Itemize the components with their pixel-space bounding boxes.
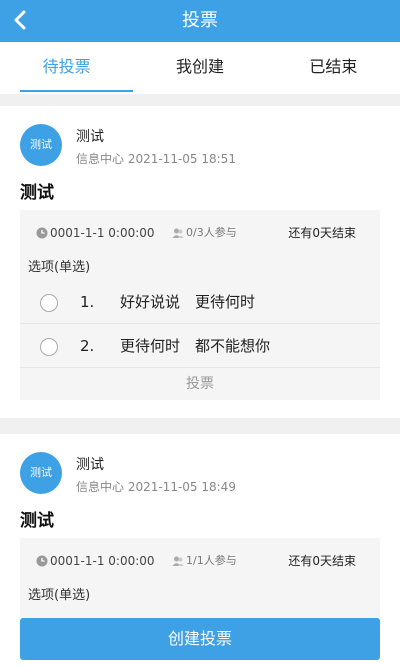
poll-author: 测试 — [76, 457, 104, 473]
poll-meta: 信息中心 2021-11-05 18:51 — [76, 152, 236, 166]
page-title: 投票 — [182, 10, 218, 31]
vote-button[interactable]: 投票 — [20, 368, 380, 400]
poll-option[interactable]: 2. 更待何时 都不能想你 — [20, 324, 380, 368]
poll-card: 测试 测试 信息中心 2021-11-05 18:51 测试 0001-1-1 … — [0, 106, 400, 418]
option-type-label: 选项(单选) — [28, 260, 91, 275]
avatar: 测试 — [20, 452, 62, 494]
poll-author: 测试 — [76, 129, 104, 145]
poll-time: 0001-1-1 0:00:00 — [50, 554, 155, 568]
poll-option[interactable]: 1. 好好说说 更待何时 — [20, 280, 380, 324]
create-poll-button[interactable]: 创建投票 — [20, 618, 380, 660]
poll-meta: 信息中心 2021-11-05 18:49 — [76, 480, 236, 494]
poll-info-row: 0001-1-1 0:00:00 0/3人参与 还有0天结束 — [32, 222, 368, 244]
option-number: 2. — [80, 337, 95, 355]
poll-time: 0001-1-1 0:00:00 — [50, 226, 155, 240]
avatar: 测试 — [20, 124, 62, 166]
poll-title: 测试 — [20, 511, 54, 531]
clock-icon — [36, 555, 48, 567]
radio-button[interactable] — [40, 338, 58, 356]
option-number: 1. — [80, 293, 95, 311]
people-icon — [172, 228, 184, 238]
poll-panel: 0001-1-1 0:00:00 0/3人参与 还有0天结束 选项(单选) 1.… — [20, 210, 380, 400]
option-text: 好好说说 更待何时 — [120, 293, 256, 311]
poll-info-row: 0001-1-1 0:00:00 1/1人参与 还有0天结束 — [32, 550, 368, 572]
radio-button[interactable] — [40, 294, 58, 312]
tab-bar: 待投票 我创建 已结束 — [0, 42, 400, 94]
tab-created[interactable]: 我创建 — [133, 42, 266, 94]
option-type-label: 选项(单选) — [28, 588, 91, 603]
poll-panel: 0001-1-1 0:00:00 1/1人参与 还有0天结束 选项(单选) — [20, 538, 380, 628]
poll-remaining: 还有0天结束 — [288, 554, 356, 568]
poll-remaining: 还有0天结束 — [288, 226, 356, 240]
poll-participants: 1/1人参与 — [186, 554, 237, 567]
poll-title: 测试 — [20, 183, 54, 203]
tab-pending[interactable]: 待投票 — [0, 42, 134, 94]
poll-participants: 0/3人参与 — [186, 226, 237, 239]
option-text: 更待何时 都不能想你 — [120, 337, 271, 355]
tab-ended[interactable]: 已结束 — [267, 42, 400, 94]
clock-icon — [36, 227, 48, 239]
people-icon — [172, 556, 184, 566]
top-bar: 投票 — [0, 0, 400, 42]
